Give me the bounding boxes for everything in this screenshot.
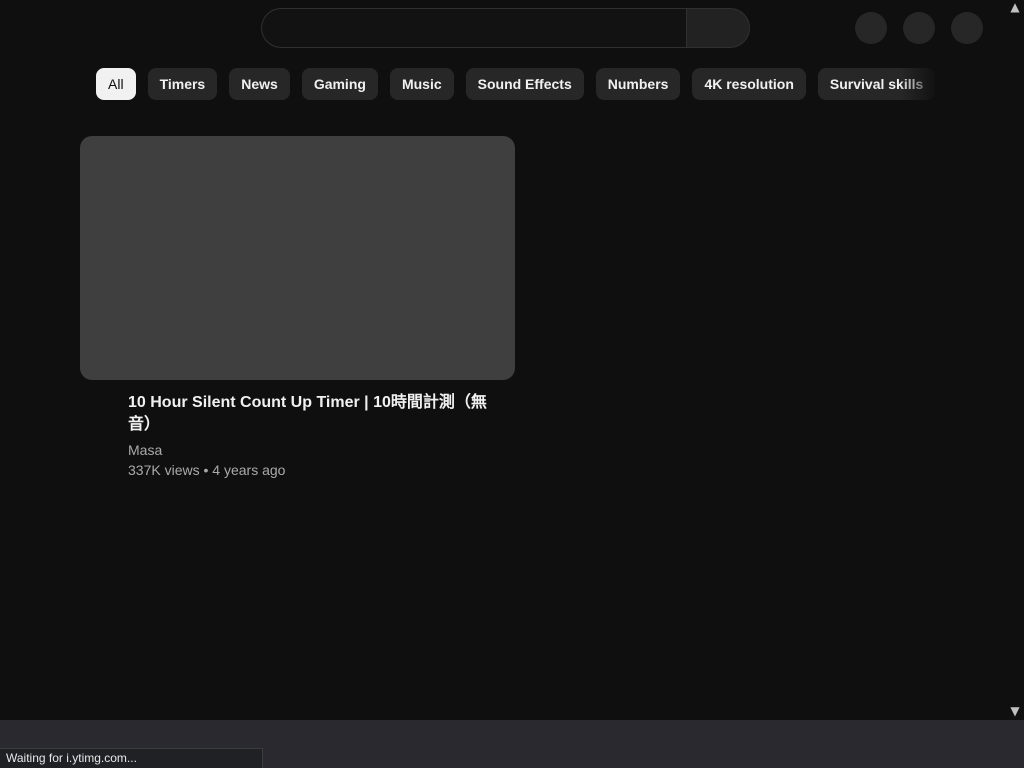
- chevron-up-icon[interactable]: ▲: [1008, 0, 1022, 14]
- meta-separator: •: [203, 462, 209, 478]
- page: All Timers News Gaming Music Sound Effec…: [0, 0, 1024, 768]
- top-action-placeholder-1[interactable]: [855, 12, 887, 44]
- status-bar: Waiting for i.ytimg.com...: [0, 748, 263, 768]
- search-button[interactable]: [686, 8, 750, 48]
- chip-music[interactable]: Music: [389, 68, 454, 100]
- chip-timers[interactable]: Timers: [147, 68, 218, 100]
- chip-news[interactable]: News: [229, 68, 290, 100]
- search-bar: [261, 8, 750, 48]
- top-action-placeholder-2[interactable]: [903, 12, 935, 44]
- chip-4k-resolution[interactable]: 4K resolution: [692, 68, 806, 100]
- top-action-placeholder-3[interactable]: [951, 12, 983, 44]
- filter-chips: All Timers News Gaming Music Sound Effec…: [96, 68, 942, 100]
- search-input[interactable]: [261, 8, 686, 48]
- channel-name[interactable]: Masa: [128, 441, 162, 459]
- chip-numbers[interactable]: Numbers: [595, 68, 681, 100]
- upload-age: 4 years ago: [212, 462, 286, 478]
- video-thumbnail[interactable]: [80, 136, 515, 380]
- chip-all[interactable]: All: [96, 68, 136, 100]
- chip-gaming[interactable]: Gaming: [301, 68, 378, 100]
- view-count: 337K views: [128, 462, 200, 478]
- chevron-down-icon[interactable]: ▼: [1008, 704, 1022, 718]
- video-title[interactable]: 10 Hour Silent Count Up Timer | 10時間計測（無…: [128, 392, 488, 436]
- chips-fade-overlay: [900, 64, 950, 104]
- video-metadata: 337K views • 4 years ago: [128, 461, 285, 479]
- chip-sound-effects[interactable]: Sound Effects: [465, 68, 584, 100]
